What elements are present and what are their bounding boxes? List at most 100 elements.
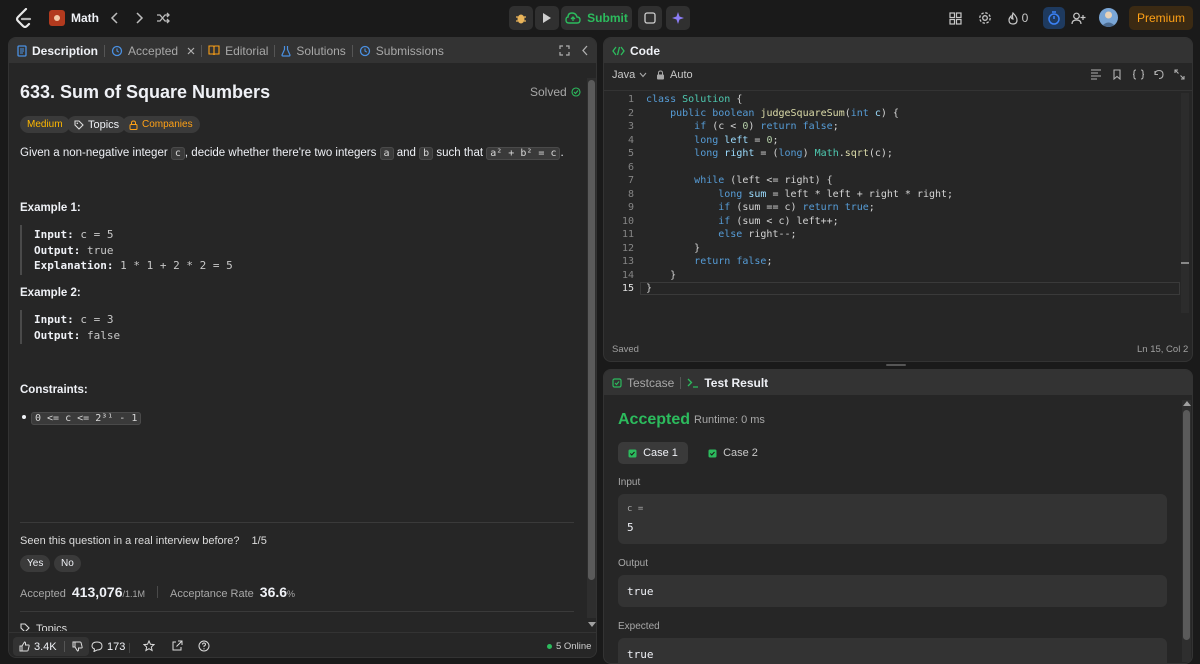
code-line: long left = 0; — [694, 134, 779, 146]
description-footer: 3.4K 173 5 Online — [9, 632, 596, 657]
language-select[interactable]: Java — [612, 69, 647, 81]
case-1-tab[interactable]: Case 1 — [618, 442, 688, 464]
code-editor[interactable]: 1 2 3 4 5 6 7 8 9 10 11 12 13 14 15 class Solution { p… — [604, 94, 1192, 295]
output-label: Output — [618, 558, 649, 569]
tag-icon — [20, 623, 30, 631]
code-scrollbar-track[interactable] — [1181, 93, 1189, 313]
ai-assistant-button[interactable] — [666, 6, 690, 30]
collapse-icon[interactable] — [581, 45, 589, 56]
chevron-right-icon[interactable] — [130, 9, 148, 27]
tab-submissions[interactable]: Submissions — [353, 38, 450, 63]
line-number: 10 — [621, 215, 634, 227]
solved-indicator: Solved — [530, 85, 581, 99]
tab-editorial[interactable]: Editorial — [202, 38, 274, 63]
yes-button[interactable]: Yes — [20, 555, 51, 572]
gear-icon[interactable] — [975, 8, 995, 28]
input-label: Input — [618, 477, 641, 488]
tab-code[interactable]: Code — [604, 38, 666, 63]
document-icon — [17, 44, 27, 57]
streak-counter[interactable]: 0 — [1005, 8, 1031, 28]
result-panel-header: Testcase Test Result — [604, 370, 1192, 395]
test-result-panel: Testcase Test Result Accepted Runtime: 0… — [603, 369, 1193, 664]
add-user-icon[interactable] — [1068, 8, 1088, 28]
line-number: 11 — [621, 229, 634, 240]
help-icon[interactable] — [198, 640, 210, 652]
star-icon[interactable] — [143, 640, 155, 652]
tab-test-result[interactable]: Test Result — [681, 370, 774, 395]
description-scrollbar-thumb[interactable] — [588, 80, 595, 580]
code-line: return false; — [694, 256, 773, 267]
premium-button[interactable]: Premium — [1129, 6, 1193, 30]
shuffle-icon[interactable] — [154, 9, 172, 27]
checkbox-icon — [612, 377, 622, 388]
line-number: 13 — [621, 256, 634, 267]
maximize-icon[interactable] — [559, 45, 570, 56]
tab-accepted[interactable]: Accepted — [105, 38, 201, 63]
scroll-up-arrow[interactable] — [1183, 401, 1191, 406]
constraint-item: 0 <= c <= 2³¹ - 1 — [31, 410, 142, 425]
braces-icon[interactable] — [1132, 69, 1145, 80]
example-2-block: Input: c = 3 Output: false — [34, 313, 121, 342]
output-box[interactable]: true — [618, 575, 1167, 607]
history-icon — [111, 45, 123, 57]
share-icon[interactable] — [171, 640, 183, 652]
acceptance-stats: Accepted 413,076/1.1M Acceptance Rate 36… — [20, 584, 296, 600]
like-button[interactable]: 3.4K — [13, 637, 89, 656]
code-brackets-icon — [612, 46, 625, 56]
cursor-position: Ln 15, Col 2 — [1137, 344, 1189, 355]
run-button[interactable] — [535, 6, 559, 30]
companies-tag[interactable]: Companies — [122, 116, 200, 133]
case-2-tab[interactable]: Case 2 — [698, 442, 768, 464]
checkbox-icon — [708, 449, 717, 458]
thumbs-down-icon[interactable] — [72, 641, 83, 652]
reset-icon[interactable] — [1153, 69, 1165, 80]
topics-tag[interactable]: Topics — [67, 116, 127, 133]
submit-button[interactable]: Submit — [561, 6, 632, 30]
auto-mode-toggle[interactable]: Auto — [656, 69, 693, 81]
comment-icon — [91, 641, 103, 652]
notes-button[interactable] — [638, 6, 662, 30]
comments-button[interactable]: 173 — [91, 637, 125, 656]
debug-button[interactable] — [509, 6, 533, 30]
scroll-down-arrow[interactable] — [588, 622, 596, 627]
note-icon — [644, 12, 656, 24]
bookmark-icon[interactable] — [1112, 69, 1122, 80]
example-1-block: Input: c = 5 Output: true Explanation: 1 *… — [34, 228, 233, 272]
format-icon[interactable] — [1090, 69, 1102, 80]
current-line-highlight — [640, 282, 1180, 295]
tab-solutions[interactable]: Solutions — [275, 38, 351, 63]
no-button[interactable]: No — [54, 555, 81, 572]
constraints-heading: Constraints: — [20, 384, 88, 396]
input-box[interactable]: c = 5 — [618, 494, 1167, 544]
line-number: 12 — [621, 242, 634, 254]
code-line: else right--; — [718, 229, 797, 240]
problem-list-label[interactable]: Math — [71, 10, 99, 26]
problem-list-icon[interactable] — [49, 10, 65, 26]
leetcode-logo[interactable] — [14, 8, 34, 28]
chevron-left-icon[interactable] — [106, 9, 124, 27]
tab-testcase[interactable]: Testcase — [604, 370, 680, 395]
code-panel: Code Java Auto 1 2 3 4 5 6 7 8 9 10 11 12 13 14 15 cla… — [603, 37, 1193, 362]
code-line: } — [646, 269, 677, 281]
fullscreen-icon[interactable] — [1174, 69, 1185, 80]
tag-icon — [74, 119, 84, 130]
topics-section[interactable]: Topics — [20, 623, 67, 631]
result-scrollbar-thumb[interactable] — [1183, 410, 1190, 640]
line-number: 14 — [621, 269, 634, 281]
close-icon[interactable] — [187, 47, 195, 55]
avatar[interactable] — [1099, 8, 1118, 27]
cloud-upload-icon — [565, 12, 581, 24]
layout-grid-icon[interactable] — [945, 8, 965, 28]
timer-button[interactable] — [1043, 7, 1065, 29]
difficulty-tag: Medium — [20, 116, 70, 133]
line-number: 6 — [627, 161, 634, 173]
history-icon — [359, 45, 371, 57]
tab-description[interactable]: Description — [9, 38, 104, 63]
expected-box[interactable]: true — [618, 638, 1167, 663]
panel-resize-handle[interactable] — [886, 364, 906, 366]
problem-title: 633. Sum of Square Numbers — [20, 82, 271, 102]
submit-label: Submit — [587, 11, 628, 25]
verdict: Accepted — [618, 411, 691, 428]
save-status: Saved — [612, 344, 639, 355]
check-circle-icon — [571, 87, 581, 97]
